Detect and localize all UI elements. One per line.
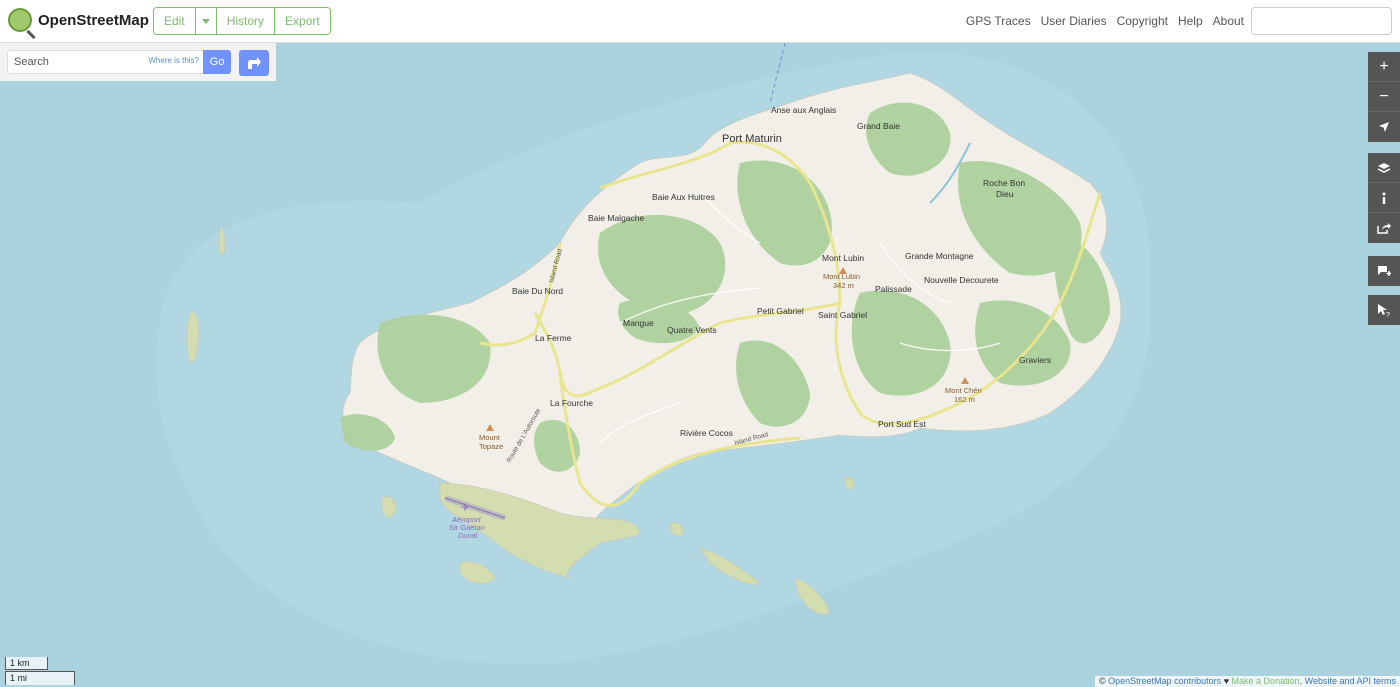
- app-name: OpenStreetMap: [38, 11, 149, 29]
- label-port-sud-est[interactable]: Port Sud Est: [878, 419, 926, 429]
- label-airport-3[interactable]: Duval: [458, 531, 478, 540]
- zoom-out-button[interactable]: −: [1368, 82, 1400, 112]
- chevron-down-icon: [201, 19, 210, 25]
- attribution-bar: © OpenStreetMap contributors ♥ Make a Do…: [1094, 676, 1400, 687]
- share-button[interactable]: [1368, 213, 1400, 243]
- header: OpenStreetMap Edit History Export GPS Tr…: [0, 0, 1400, 43]
- label-mont-lubin-town[interactable]: Mont Lubin: [822, 253, 864, 263]
- donate-link[interactable]: Make a Donation: [1232, 676, 1300, 686]
- search-input[interactable]: Search Where is this?: [7, 50, 204, 74]
- osm-logo[interactable]: OpenStreetMap: [8, 8, 149, 32]
- label-riviere-cocos[interactable]: Rivière Cocos: [680, 428, 733, 438]
- label-grand-baie[interactable]: Grand Baie: [857, 121, 900, 131]
- layers-button[interactable]: [1368, 153, 1400, 183]
- api-terms-link[interactable]: Website and API terms: [1305, 676, 1396, 686]
- label-mont-lubin-elevation: 342 m: [833, 281, 854, 290]
- osm-contributors-link[interactable]: OpenStreetMap contributors: [1108, 676, 1221, 686]
- nav-gps-traces[interactable]: GPS Traces: [966, 14, 1031, 28]
- cursor-question-icon: ?: [1378, 304, 1390, 317]
- scale-km: 1 km: [5, 657, 48, 670]
- svg-text:?: ?: [1386, 312, 1390, 317]
- label-mont-cheri-elevation: 162 m: [954, 395, 975, 404]
- go-button[interactable]: Go: [203, 50, 231, 74]
- layers-icon: [1377, 162, 1391, 173]
- zoom-in-button[interactable]: +: [1368, 52, 1400, 82]
- label-mangue[interactable]: Mangue: [623, 318, 654, 328]
- copyright-symbol: ©: [1098, 676, 1106, 686]
- note-controls: [1368, 256, 1400, 286]
- locate-button[interactable]: [1368, 112, 1400, 142]
- scale-mi: 1 mi: [5, 671, 75, 685]
- label-anse-aux-anglais[interactable]: Anse aux Anglais: [771, 105, 836, 115]
- label-palissade[interactable]: Palissade: [875, 284, 912, 294]
- directions-button[interactable]: [239, 50, 269, 76]
- export-button[interactable]: Export: [275, 8, 330, 34]
- user-menu-box[interactable]: [1251, 7, 1392, 35]
- query-features-button[interactable]: ?: [1368, 295, 1400, 325]
- plus-icon: +: [1379, 57, 1389, 75]
- search-placeholder: Search: [14, 56, 49, 68]
- map-key-button[interactable]: [1368, 183, 1400, 213]
- minus-icon: −: [1379, 87, 1389, 105]
- airport-icon: ✈: [461, 503, 469, 514]
- location-arrow-icon: [1379, 122, 1389, 132]
- zoom-controls: + −: [1368, 52, 1400, 142]
- label-la-ferme[interactable]: La Ferme: [535, 333, 572, 343]
- share-icon: [1377, 223, 1391, 234]
- query-controls: ?: [1368, 295, 1400, 325]
- label-quatre-vents[interactable]: Quatre Vents: [667, 325, 717, 335]
- label-mont-cheri[interactable]: Mont Chéri: [945, 386, 982, 395]
- directions-icon: [248, 57, 261, 69]
- history-button[interactable]: History: [216, 8, 276, 34]
- label-baie-du-nord[interactable]: Baie Du Nord: [512, 286, 563, 296]
- edit-dropdown-button[interactable]: [195, 8, 217, 34]
- label-nouvelle-decourete[interactable]: Nouvelle Decourete: [924, 275, 999, 285]
- label-baie-malgache[interactable]: Baie Malgache: [588, 213, 645, 223]
- top-nav: GPS Traces User Diaries Copyright Help A…: [966, 14, 1244, 28]
- nav-user-diaries[interactable]: User Diaries: [1041, 14, 1107, 28]
- nav-copyright[interactable]: Copyright: [1117, 14, 1168, 28]
- map-canvas[interactable]: Port Maturin Anse aux Anglais Grand Baie…: [0, 43, 1400, 687]
- label-baie-aux-huitres[interactable]: Baie Aux Huitres: [652, 192, 715, 202]
- where-is-this-link[interactable]: Where is this?: [148, 56, 199, 65]
- label-graviers[interactable]: Graviers: [1019, 355, 1051, 365]
- label-mount-topaze-2[interactable]: Topaze: [479, 442, 503, 451]
- label-grande-montagne[interactable]: Grande Montagne: [905, 251, 974, 261]
- edit-button-group: Edit History Export: [153, 7, 331, 35]
- nav-about[interactable]: About: [1213, 14, 1244, 28]
- map-tools-controls: [1368, 153, 1400, 243]
- search-panel: Search Where is this? Go: [0, 43, 276, 81]
- add-note-button[interactable]: [1368, 256, 1400, 286]
- add-note-icon: [1378, 266, 1391, 276]
- map-svg: Port Maturin Anse aux Anglais Grand Baie…: [156, 43, 1151, 665]
- edit-button[interactable]: Edit: [154, 8, 196, 34]
- nav-help[interactable]: Help: [1178, 14, 1203, 28]
- label-saint-gabriel[interactable]: Saint Gabriel: [818, 310, 867, 320]
- label-roche-bon[interactable]: Roche Bon: [983, 178, 1025, 188]
- label-petit-gabriel[interactable]: Petit Gabriel: [757, 306, 804, 316]
- label-mount-topaze-1[interactable]: Mount: [479, 433, 501, 442]
- info-icon: [1382, 192, 1386, 204]
- label-dieu[interactable]: Dieu: [996, 189, 1014, 199]
- label-port-maturin[interactable]: Port Maturin: [722, 133, 782, 145]
- label-la-fourche[interactable]: La Fourche: [550, 398, 593, 408]
- heart-icon: ♥: [1223, 676, 1230, 686]
- magnifier-logo-icon: [8, 8, 32, 32]
